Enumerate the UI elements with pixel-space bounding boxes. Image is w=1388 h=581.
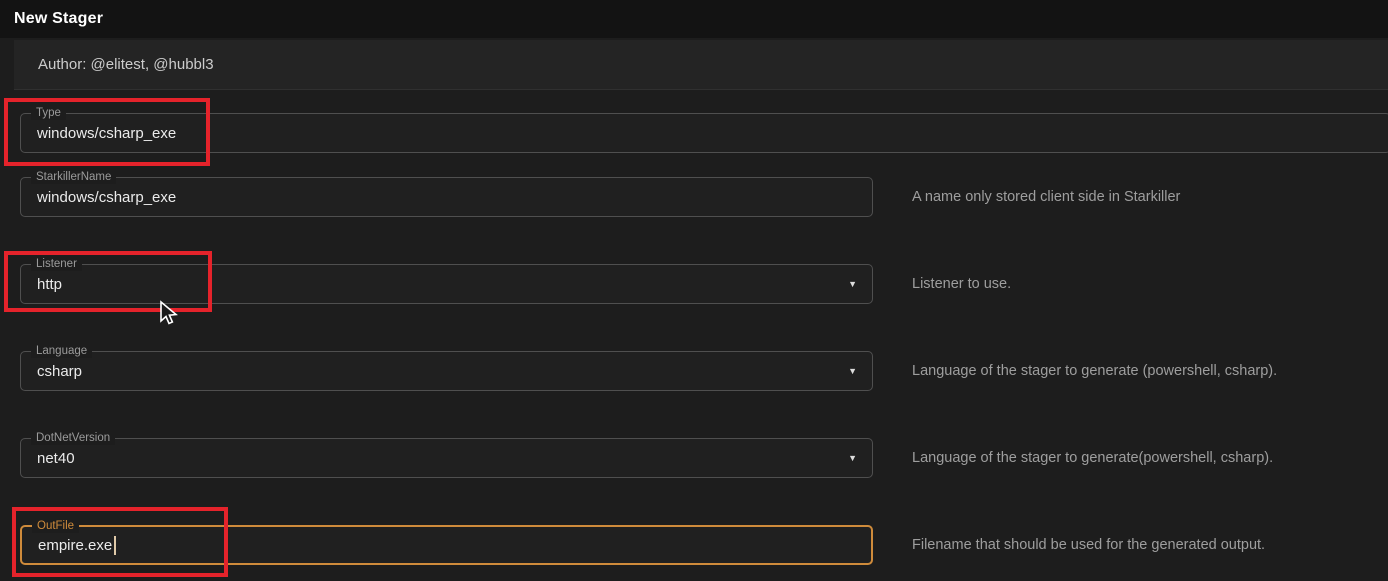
language-helper: Language of the stager to generate (powe… [912, 351, 1277, 391]
dotnetversion-helper: Language of the stager to generate(power… [912, 438, 1273, 478]
title-bar [0, 0, 1388, 38]
author-text: Author: @elitest, @hubbl3 [38, 40, 214, 89]
dotnetversion-select[interactable]: DotNetVersion net40 ▼ [20, 438, 873, 478]
text-cursor [114, 536, 116, 555]
chevron-down-icon[interactable]: ▼ [848, 439, 857, 477]
chevron-down-icon[interactable]: ▼ [848, 265, 857, 303]
outfile-value: empire.exe [38, 527, 116, 563]
author-panel: Author: @elitest, @hubbl3 [14, 40, 1388, 90]
chevron-down-icon[interactable]: ▼ [848, 352, 857, 390]
language-select[interactable]: Language csharp ▼ [20, 351, 873, 391]
type-select[interactable]: Type windows/csharp_exe [20, 113, 1388, 153]
listener-value: http [37, 265, 62, 303]
listener-select[interactable]: Listener http ▼ [20, 264, 873, 304]
dotnetversion-value: net40 [37, 439, 75, 477]
starkillername-input[interactable]: StarkillerName windows/csharp_exe [20, 177, 873, 217]
mouse-cursor-icon [156, 300, 178, 331]
page-title: New Stager [14, 10, 103, 28]
language-value: csharp [37, 352, 82, 390]
starkillername-value: windows/csharp_exe [37, 178, 176, 216]
outfile-helper: Filename that should be used for the gen… [912, 525, 1265, 565]
type-value: windows/csharp_exe [37, 114, 176, 152]
outfile-input[interactable]: OutFile empire.exe [20, 525, 873, 565]
starkillername-helper: A name only stored client side in Starki… [912, 177, 1180, 217]
listener-helper: Listener to use. [912, 264, 1011, 304]
outfile-value-text: empire.exe [38, 537, 112, 554]
